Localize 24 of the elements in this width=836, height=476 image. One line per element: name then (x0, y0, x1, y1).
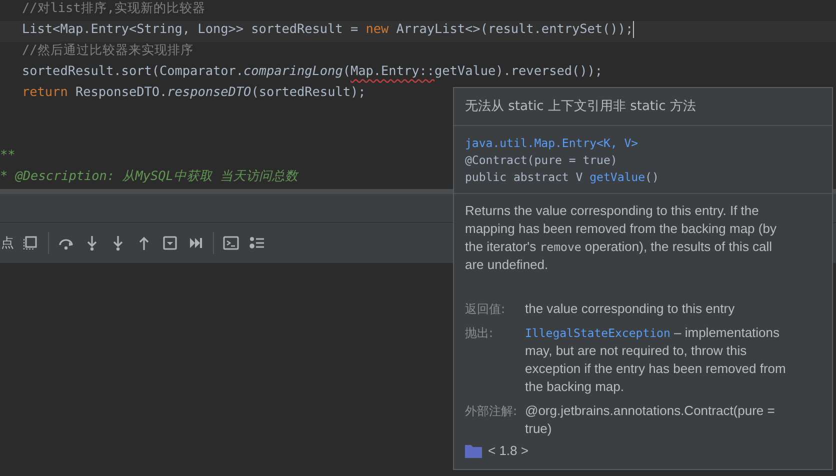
error-message: 无法从 static 上下文引用非 static 方法 (454, 88, 832, 126)
section-label: 外部注解: (465, 403, 518, 420)
signature-line: @Contract(pure = true) (465, 152, 618, 169)
code-comment: * @Description: 从MySQL中获取 当天访问总数 (0, 168, 298, 185)
console-icon[interactable] (222, 234, 240, 252)
doc-description: Returns the value corresponding to this entry. If the mapping has been removed from the backing map (by the iterator's remove operation), the results of this call are undefined. (464, 202, 778, 274)
folder-icon (465, 444, 482, 458)
section-text: @org.jetbrains.annotations.Contract(pure = true) (525, 402, 776, 438)
code-line: return ResponseDTO.responseDTO(sortedResult); (22, 84, 366, 101)
code-comment: //然后通过比较器来实现排序 (22, 42, 194, 59)
code-comment: ** (0, 147, 16, 164)
section-text: IllegalStateException – implementations may, but are not required to, throw this exception if the entry has been removed from the backing map. (525, 324, 787, 396)
code-line: sortedResult.sort(Comparator.comparingLong(Map.Entry::getValue).reversed()); (22, 63, 603, 80)
toolbar-label[interactable]: 点 (1, 234, 14, 252)
section-text: the value corresponding to this entry (525, 300, 736, 318)
frames-icon[interactable] (22, 234, 40, 252)
version-label: < 1.8 > (488, 443, 528, 458)
signature-line: java.util.Map.Entry<K, V> (465, 135, 638, 152)
section-label: 抛出: (465, 325, 494, 342)
signature-line: public abstract V getValue() (465, 169, 659, 186)
code-line: List<Map.Entry<String, Long>> sortedResult = new ArrayList<>(result.entrySet()); (22, 21, 634, 42)
code-comment: //对list排序,实现新的比较器 (22, 0, 206, 17)
section-label: 返回值: (465, 301, 506, 318)
text-caret (633, 21, 634, 38)
